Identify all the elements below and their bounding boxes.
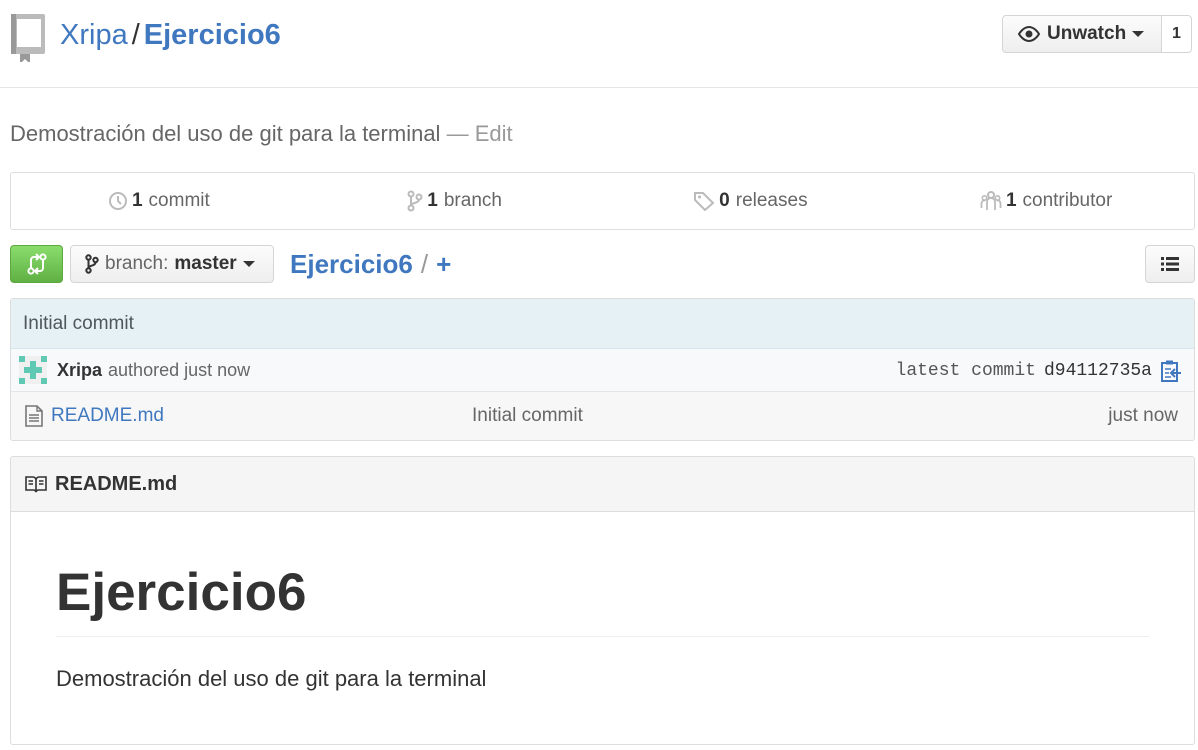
readme-box: README.md Ejercicio6 Demostración del us…	[10, 456, 1195, 745]
branches-label: branch	[443, 190, 502, 211]
table-row: README.md Initial commit just now	[11, 392, 1194, 440]
readme-title: README.md	[55, 472, 178, 495]
repo-owner-link[interactable]: Xripa	[60, 19, 128, 51]
breadcrumb-root-link[interactable]: Ejercicio6	[290, 249, 413, 279]
commits-count: 1	[131, 190, 143, 211]
file-age: just now	[1108, 405, 1178, 426]
eye-icon	[1017, 26, 1041, 42]
commit-title: Initial commit	[11, 299, 1194, 349]
avatar[interactable]	[19, 356, 47, 384]
branches-count: 1	[427, 190, 438, 211]
summary-contributors[interactable]: 1 contributor	[898, 173, 1194, 229]
file-commit-message-link[interactable]: Initial commit	[472, 405, 583, 427]
repo-description-text: Demostración del uso de git para la term…	[10, 121, 441, 146]
list-view-button[interactable]	[1145, 245, 1195, 283]
file-table: Initial commit Xripa authored just now l…	[10, 298, 1195, 441]
contributors-label: contributor	[1022, 190, 1113, 211]
commits-label: commit	[148, 190, 210, 211]
branch-name: master	[174, 253, 237, 274]
commit-sha-link[interactable]: d94112735a	[1044, 361, 1152, 381]
latest-commit-label: latest commit	[895, 361, 1036, 381]
releases-count: 0	[719, 190, 730, 211]
summary-releases[interactable]: 0 releases	[603, 173, 899, 229]
releases-label: releases	[735, 190, 808, 211]
commit-meta: Xripa authored just now latest commit d94…	[11, 349, 1194, 392]
contributors-count: 1	[1005, 190, 1017, 211]
unwatch-label: Unwatch	[1047, 23, 1127, 44]
list-icon	[1161, 257, 1179, 271]
breadcrumb-separator: /	[420, 249, 429, 279]
chevron-down-icon	[1132, 31, 1145, 37]
repo-title-separator: /	[131, 19, 140, 51]
repo-icon	[11, 14, 45, 62]
history-icon	[108, 192, 127, 210]
git-compare-icon	[26, 253, 47, 275]
book-icon	[25, 476, 47, 493]
repo-header: Xripa / Ejercicio6 Unwatch 1	[0, 0, 1198, 88]
file-text-icon	[25, 405, 43, 427]
new-file-link[interactable]: +	[436, 249, 451, 279]
tag-icon	[694, 192, 715, 211]
repo-title: Xripa / Ejercicio6	[60, 16, 281, 54]
organization-icon	[980, 191, 1002, 210]
readme-heading: Ejercicio6	[56, 563, 307, 622]
commit-author-link[interactable]: Xripa	[57, 360, 102, 381]
readme-divider	[56, 636, 1149, 637]
summary-branches[interactable]: 1 branch	[307, 173, 603, 229]
file-name-link[interactable]: README.md	[51, 405, 164, 427]
watchers-count[interactable]: 1	[1161, 15, 1192, 53]
repo-description: Demostración del uso de git para la term…	[10, 121, 513, 147]
readme-paragraph: Demostración del uso de git para la term…	[56, 666, 487, 691]
readme-header: README.md	[11, 457, 1194, 512]
git-branch-icon	[85, 254, 99, 274]
commit-title-link[interactable]: Initial commit	[23, 313, 134, 335]
breadcrumb: Ejercicio6/+	[290, 247, 451, 281]
commit-authored-time: authored just now	[108, 359, 251, 380]
compare-button[interactable]	[10, 245, 63, 283]
summary-commits[interactable]: 1 commit	[11, 173, 307, 229]
branch-prefix: branch:	[105, 253, 169, 274]
chevron-down-icon	[242, 261, 255, 267]
latest-commit: latest commit d94112735a	[896, 361, 1152, 381]
branch-select-button[interactable]: branch: master	[70, 245, 274, 283]
unwatch-button[interactable]: Unwatch	[1002, 15, 1162, 53]
edit-description-link[interactable]: — Edit	[447, 121, 513, 146]
git-branch-icon	[407, 190, 423, 212]
repo-name-link[interactable]: Ejercicio6	[144, 19, 281, 51]
clippy-icon[interactable]	[1160, 359, 1182, 383]
numbers-summary: 1 commit 1 branch 0 releases 1 contribut…	[10, 172, 1195, 230]
